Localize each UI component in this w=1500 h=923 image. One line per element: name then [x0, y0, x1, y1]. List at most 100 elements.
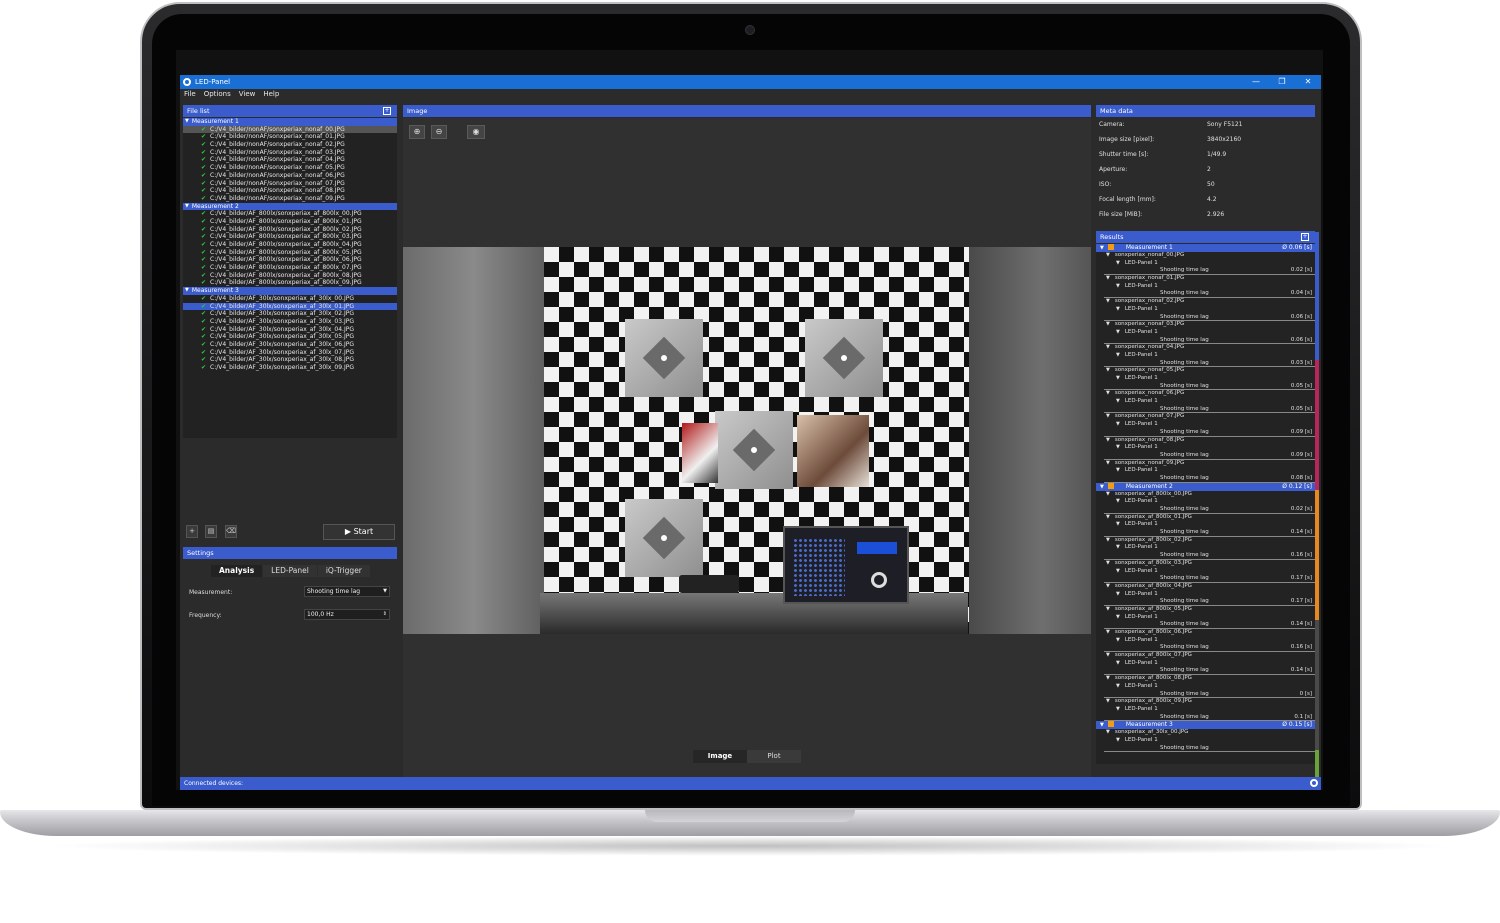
file-item[interactable]: ✔ C:/V4_bilder/AF_30lx/sonxperiax_af_30lx…	[183, 364, 397, 372]
tab-led-panel[interactable]: LED-Panel	[263, 565, 317, 577]
file-item[interactable]: ✔ C:/V4_bilder/nonAF/sonxperiax_nonaf_06.…	[183, 172, 397, 180]
file-item[interactable]: ✔ C:/V4_bilder/AF_800lx/sonxperiax_af_800…	[183, 279, 397, 287]
result-device[interactable]: ▼ LED-Panel 1	[1096, 375, 1315, 383]
result-file[interactable]: ▼ sonxperiax_nonaf_01.JPG	[1096, 275, 1315, 283]
delete-icon[interactable]: ⌫	[225, 525, 237, 538]
tab-image[interactable]: Image	[693, 750, 747, 763]
result-file[interactable]: ▼ sonxperiax_af_800lx_01.JPG	[1096, 514, 1315, 522]
file-item[interactable]: ✔ C:/V4_bilder/AF_30lx/sonxperiax_af_30lx…	[183, 326, 397, 334]
result-file[interactable]: ▼ sonxperiax_nonaf_00.JPG	[1096, 252, 1315, 260]
open-file-icon[interactable]: ▤	[205, 525, 217, 538]
result-file[interactable]: ▼ sonxperiax_nonaf_07.JPG	[1096, 413, 1315, 421]
result-file[interactable]: ▼ sonxperiax_af_800lx_03.JPG	[1096, 560, 1315, 568]
menu-view[interactable]: View	[235, 89, 260, 100]
result-device[interactable]: ▼ LED-Panel 1	[1096, 283, 1315, 291]
result-file[interactable]: ▼ sonxperiax_nonaf_02.JPG	[1096, 298, 1315, 306]
file-item[interactable]: ✔ C:/V4_bilder/nonAF/sonxperiax_nonaf_02.…	[183, 141, 397, 149]
result-file[interactable]: ▼ sonxperiax_af_800lx_08.JPG	[1096, 675, 1315, 683]
result-device[interactable]: ▼ LED-Panel 1	[1096, 329, 1315, 337]
file-item[interactable]: ✔ C:/V4_bilder/nonAF/sonxperiax_nonaf_04.…	[183, 156, 397, 164]
file-item[interactable]: ✔ C:/V4_bilder/AF_30lx/sonxperiax_af_30lx…	[183, 310, 397, 318]
file-item[interactable]: ✔ C:/V4_bilder/nonAF/sonxperiax_nonaf_00.…	[183, 125, 397, 134]
file-item[interactable]: ✔ C:/V4_bilder/nonAF/sonxperiax_nonaf_03.…	[183, 149, 397, 157]
result-device[interactable]: ▼ LED-Panel 1	[1096, 568, 1315, 576]
result-file[interactable]: ▼ sonxperiax_af_800lx_06.JPG	[1096, 629, 1315, 637]
file-item[interactable]: ✔ C:/V4_bilder/nonAF/sonxperiax_nonaf_01.…	[183, 133, 397, 141]
result-device[interactable]: ▼ LED-Panel 1	[1096, 706, 1315, 714]
file-item[interactable]: ✔ C:/V4_bilder/AF_30lx/sonxperiax_af_30lx…	[183, 295, 397, 303]
result-device[interactable]: ▼ LED-Panel 1	[1096, 467, 1315, 475]
result-file[interactable]: ▼ sonxperiax_nonaf_09.JPG	[1096, 460, 1315, 468]
menu-options[interactable]: Options	[200, 89, 235, 100]
result-device[interactable]: ▼ LED-Panel 1	[1096, 498, 1315, 506]
result-device[interactable]: ▼ LED-Panel 1	[1096, 737, 1315, 745]
file-item[interactable]: ✔ C:/V4_bilder/AF_800lx/sonxperiax_af_800…	[183, 272, 397, 280]
file-item[interactable]: ✔ C:/V4_bilder/AF_800lx/sonxperiax_af_800…	[183, 241, 397, 249]
result-device[interactable]: ▼ LED-Panel 1	[1096, 352, 1315, 360]
file-item[interactable]: ✔ C:/V4_bilder/AF_800lx/sonxperiax_af_800…	[183, 249, 397, 257]
result-device[interactable]: ▼ LED-Panel 1	[1096, 544, 1315, 552]
file-item[interactable]: ✔ C:/V4_bilder/AF_800lx/sonxperiax_af_800…	[183, 264, 397, 272]
file-item[interactable]: ✔ C:/V4_bilder/AF_800lx/sonxperiax_af_800…	[183, 210, 397, 218]
result-device[interactable]: ▼ LED-Panel 1	[1096, 591, 1315, 599]
measurement-select[interactable]: Shooting time lag ▼	[304, 586, 390, 597]
file-item[interactable]: ✔ C:/V4_bilder/AF_800lx/sonxperiax_af_800…	[183, 233, 397, 241]
result-file[interactable]: ▼ sonxperiax_nonaf_06.JPG	[1096, 390, 1315, 398]
result-file[interactable]: ▼ sonxperiax_af_800lx_04.JPG	[1096, 583, 1315, 591]
result-device[interactable]: ▼ LED-Panel 1	[1096, 306, 1315, 314]
file-item[interactable]: ✔ C:/V4_bilder/AF_30lx/sonxperiax_af_30lx…	[183, 302, 397, 311]
close-button[interactable]: ✕	[1295, 75, 1321, 89]
file-item[interactable]: ✔ C:/V4_bilder/AF_800lx/sonxperiax_af_800…	[183, 218, 397, 226]
zoom-in-icon[interactable]: ⊕	[409, 125, 425, 139]
result-device[interactable]: ▼ LED-Panel 1	[1096, 260, 1315, 268]
file-item[interactable]: ✔ C:/V4_bilder/nonAF/sonxperiax_nonaf_09.…	[183, 195, 397, 203]
result-file[interactable]: ▼ sonxperiax_af_30lx_00.JPG	[1096, 729, 1315, 737]
file-group[interactable]: ▼ Measurement 3	[183, 287, 397, 295]
result-file[interactable]: ▼ sonxperiax_af_800lx_00.JPG	[1096, 491, 1315, 499]
test-image[interactable]	[403, 247, 1091, 634]
file-item[interactable]: ✔ C:/V4_bilder/nonAF/sonxperiax_nonaf_05.…	[183, 164, 397, 172]
file-item[interactable]: ✔ C:/V4_bilder/AF_30lx/sonxperiax_af_30lx…	[183, 318, 397, 326]
result-file[interactable]: ▼ sonxperiax_af_800lx_09.JPG	[1096, 698, 1315, 706]
frequency-spinbox[interactable]: 100,0 Hz ⇕	[304, 609, 390, 620]
file-item[interactable]: ✔ C:/V4_bilder/nonAF/sonxperiax_nonaf_07.…	[183, 180, 397, 188]
result-device[interactable]: ▼ LED-Panel 1	[1096, 614, 1315, 622]
maximize-button[interactable]: ❐	[1269, 75, 1295, 89]
result-file[interactable]: ▼ sonxperiax_nonaf_05.JPG	[1096, 367, 1315, 375]
tab-iq-trigger[interactable]: iQ-Trigger	[317, 565, 370, 577]
file-item[interactable]: ✔ C:/V4_bilder/AF_800lx/sonxperiax_af_800…	[183, 226, 397, 234]
result-group[interactable]: ▼ Measurement 1 Ø 0.06 [s]	[1096, 244, 1315, 252]
tab-analysis[interactable]: Analysis	[211, 565, 263, 577]
tab-plot[interactable]: Plot	[747, 750, 801, 763]
start-button[interactable]: ▶ Start	[323, 524, 395, 540]
result-file[interactable]: ▼ sonxperiax_af_800lx_05.JPG	[1096, 606, 1315, 614]
result-group[interactable]: ▼ Measurement 3 Ø 0.15 [s]	[1096, 721, 1315, 730]
result-device[interactable]: ▼ LED-Panel 1	[1096, 660, 1315, 668]
results-expand-icon[interactable]: +	[1301, 233, 1309, 241]
file-item[interactable]: ✔ C:/V4_bilder/AF_30lx/sonxperiax_af_30lx…	[183, 356, 397, 364]
add-file-icon[interactable]: +	[186, 525, 198, 538]
file-item[interactable]: ✔ C:/V4_bilder/AF_800lx/sonxperiax_af_800…	[183, 256, 397, 264]
result-file[interactable]: ▼ sonxperiax_af_800lx_02.JPG	[1096, 537, 1315, 545]
result-device[interactable]: ▼ LED-Panel 1	[1096, 444, 1315, 452]
file-item[interactable]: ✔ C:/V4_bilder/AF_30lx/sonxperiax_af_30lx…	[183, 341, 397, 349]
file-group[interactable]: ▼ Measurement 2	[183, 202, 397, 211]
result-file[interactable]: ▼ sonxperiax_nonaf_03.JPG	[1096, 321, 1315, 329]
file-item[interactable]: ✔ C:/V4_bilder/nonAF/sonxperiax_nonaf_08.…	[183, 187, 397, 195]
file-item[interactable]: ✔ C:/V4_bilder/AF_30lx/sonxperiax_af_30lx…	[183, 333, 397, 341]
eye-icon[interactable]: ◉	[467, 125, 485, 139]
result-device[interactable]: ▼ LED-Panel 1	[1096, 521, 1315, 529]
result-file[interactable]: ▼ sonxperiax_af_800lx_07.JPG	[1096, 652, 1315, 660]
file-list-expand-icon[interactable]: +	[383, 107, 391, 115]
file-group[interactable]: ▼ Measurement 1	[183, 118, 397, 126]
minimize-button[interactable]: —	[1243, 75, 1269, 89]
result-device[interactable]: ▼ LED-Panel 1	[1096, 421, 1315, 429]
result-file[interactable]: ▼ sonxperiax_nonaf_04.JPG	[1096, 344, 1315, 352]
result-device[interactable]: ▼ LED-Panel 1	[1096, 398, 1315, 406]
menu-file[interactable]: File	[180, 89, 200, 100]
menu-help[interactable]: Help	[259, 89, 283, 100]
file-item[interactable]: ✔ C:/V4_bilder/AF_30lx/sonxperiax_af_30lx…	[183, 349, 397, 357]
result-device[interactable]: ▼ LED-Panel 1	[1096, 683, 1315, 691]
result-file[interactable]: ▼ sonxperiax_nonaf_08.JPG	[1096, 437, 1315, 445]
result-group[interactable]: ▼ Measurement 2 Ø 0.12 [s]	[1096, 482, 1315, 491]
